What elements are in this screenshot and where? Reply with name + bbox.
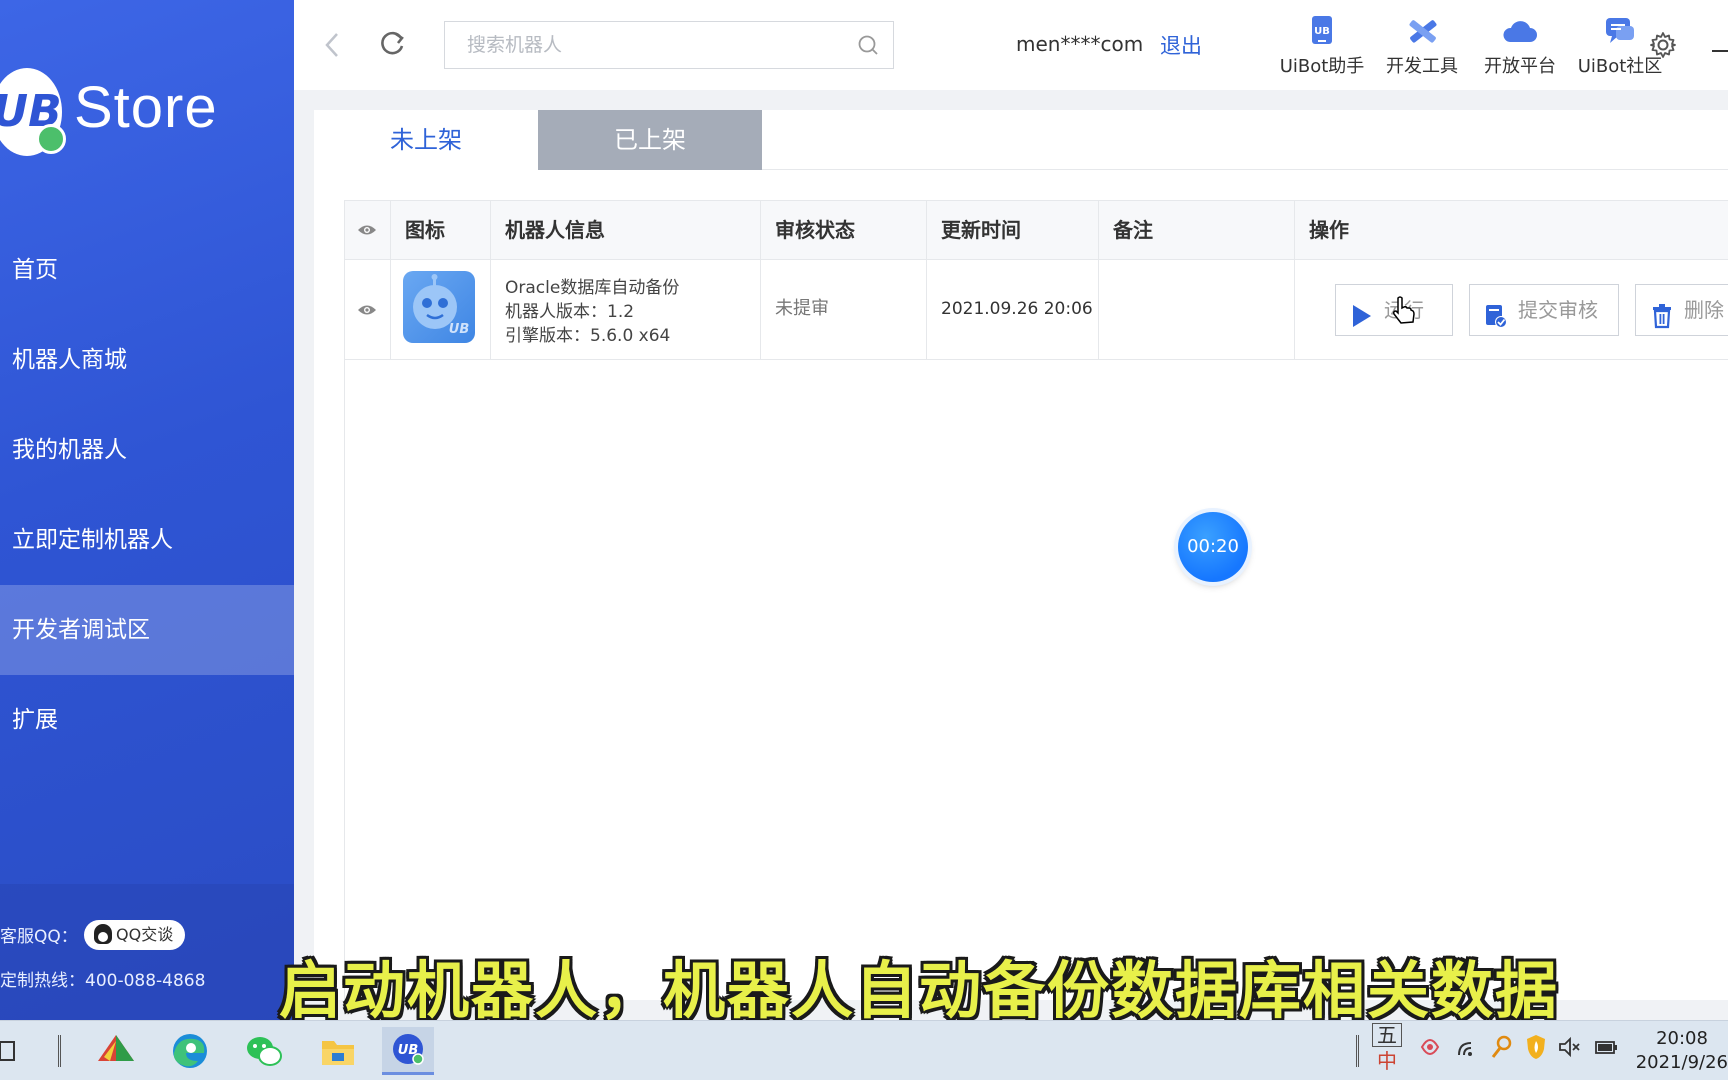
sidebar-item-home[interactable]: 首页 (0, 225, 294, 315)
sidebar-nav: 首页 机器人商城 我的机器人 立即定制机器人 开发者调试区 扩展 (0, 225, 294, 765)
header-visibility (345, 201, 391, 259)
robot-table: 图标 机器人信息 审核状态 更新时间 备注 操作 UB Oracle数据库自动备… (344, 200, 1728, 1000)
battery-icon[interactable] (1592, 1033, 1620, 1066)
topbar: men****com 退出 UB UiBot助手 开发工具 开放平台 UiBot… (294, 0, 1728, 90)
ime-bottom: 中 (1372, 1047, 1402, 1075)
robot-avatar-icon: UB (403, 271, 475, 343)
recording-timer: 00:20 (1178, 512, 1248, 582)
shield-icon[interactable] (1524, 1033, 1548, 1066)
svg-text:UB: UB (1314, 26, 1330, 37)
store-badge-icon (36, 124, 66, 154)
logout-link[interactable]: 退出 (1160, 30, 1202, 60)
gear-icon[interactable] (1648, 30, 1678, 60)
taskbar: UB 五 中 20:08 2021/9/26 (0, 1020, 1728, 1080)
header-robot-info: 机器人信息 (491, 201, 761, 259)
header-updated-time: 更新时间 (927, 201, 1099, 259)
robot-name: Oracle数据库自动备份 (505, 276, 760, 300)
trash-icon (1650, 297, 1674, 323)
table-row: UB Oracle数据库自动备份 机器人版本：1.2 引擎版本：5.6.0 x6… (345, 260, 1728, 360)
search-icon[interactable] (857, 34, 879, 56)
taskbar-app-umbrella-icon[interactable] (90, 1027, 142, 1075)
tool-open-platform[interactable]: 开放平台 (1470, 16, 1570, 78)
wifi-icon[interactable] (1456, 1033, 1480, 1066)
eye-icon[interactable] (357, 221, 377, 239)
row-actions: 运行 提交审核 删除 (1295, 260, 1728, 359)
volume-muted-icon[interactable] (1558, 1033, 1582, 1066)
tray-app-icon[interactable] (1418, 1033, 1442, 1066)
mouse-cursor-icon (1391, 296, 1415, 326)
community-chat-icon (1600, 16, 1640, 48)
header-actions: 操作 (1295, 201, 1728, 259)
tool-uibot-assistant[interactable]: UB UiBot助手 (1272, 16, 1372, 78)
sidebar-item-robot-store[interactable]: 机器人商城 (0, 315, 294, 405)
clock-date: 2021/9/26 (1632, 1051, 1728, 1075)
tab-bar: 未上架 已上架 (314, 110, 1728, 170)
taskbar-divider (58, 1035, 61, 1067)
video-subtitle: 启动机器人，机器人自动备份数据库相关数据 (0, 940, 1728, 1030)
wechat-icon[interactable] (238, 1027, 290, 1075)
taskbar-divider (1356, 1035, 1359, 1067)
clock-time: 20:08 (1632, 1027, 1728, 1051)
row-icon-cell: UB (391, 260, 491, 359)
delete-label: 删除 (1684, 298, 1724, 322)
store-logo: UB Store (0, 68, 252, 158)
logo-text: Store (74, 74, 218, 141)
sidebar-item-custom-robot[interactable]: 立即定制机器人 (0, 495, 294, 585)
submit-doc-icon (1484, 297, 1508, 323)
cloud-platform-icon (1500, 16, 1540, 48)
tool-label: 开放平台 (1484, 56, 1556, 77)
edge-browser-icon[interactable] (164, 1027, 216, 1075)
engine-version: 引擎版本：5.6.0 x64 (505, 324, 760, 348)
tool-label: UiBot助手 (1280, 56, 1365, 77)
ime-top: 五 (1372, 1023, 1402, 1047)
updated-time: 2021.09.26 20:06 (927, 260, 1099, 359)
user-account: men****com (1016, 32, 1143, 56)
row-visibility (345, 260, 391, 359)
search-input[interactable] (445, 22, 845, 68)
header-review-status: 审核状态 (761, 201, 927, 259)
sidebar-item-extensions[interactable]: 扩展 (0, 675, 294, 765)
robot-version: 机器人版本：1.2 (505, 300, 760, 324)
svg-text:UB: UB (449, 322, 470, 337)
tool-dev-tools[interactable]: 开发工具 (1372, 16, 1472, 78)
header-icon: 图标 (391, 201, 491, 259)
submit-review-button[interactable]: 提交审核 (1469, 284, 1619, 336)
taskbar-clock[interactable]: 20:08 2021/9/26 (1632, 1027, 1728, 1075)
taskview-icon[interactable] (0, 1039, 20, 1063)
main-panel: 未上架 已上架 图标 机器人信息 审核状态 更新时间 备注 操作 (314, 110, 1728, 1000)
eye-icon[interactable] (357, 301, 377, 319)
tab-unlisted[interactable]: 未上架 (314, 110, 538, 170)
back-icon[interactable] (320, 30, 346, 60)
delete-button[interactable]: 删除 (1635, 284, 1728, 336)
table-header: 图标 机器人信息 审核状态 更新时间 备注 操作 (345, 200, 1728, 260)
search-box (444, 21, 894, 69)
review-status: 未提审 (761, 260, 927, 359)
row-note (1099, 260, 1295, 359)
sidebar-item-my-robots[interactable]: 我的机器人 (0, 405, 294, 495)
minimize-icon[interactable] (1712, 50, 1728, 52)
refresh-icon[interactable] (376, 28, 408, 60)
play-icon (1350, 297, 1374, 323)
ime-indicator[interactable]: 五 中 (1372, 1023, 1402, 1079)
sidebar-item-developer-debug[interactable]: 开发者调试区 (0, 585, 294, 675)
dev-tools-icon (1402, 16, 1442, 48)
tab-listed[interactable]: 已上架 (538, 110, 762, 170)
sidebar: UB Store 首页 机器人商城 我的机器人 立即定制机器人 开发者调试区 扩… (0, 0, 294, 1020)
row-robot-info: Oracle数据库自动备份 机器人版本：1.2 引擎版本：5.6.0 x64 (491, 260, 761, 359)
search-tray-icon[interactable] (1490, 1033, 1514, 1066)
file-explorer-icon[interactable] (312, 1027, 364, 1075)
uibot-store-taskbar-icon[interactable]: UB (382, 1027, 434, 1075)
header-note: 备注 (1099, 201, 1295, 259)
tool-label: 开发工具 (1386, 56, 1458, 77)
submit-review-label: 提交审核 (1518, 298, 1598, 322)
uibot-assistant-icon: UB (1302, 16, 1342, 48)
